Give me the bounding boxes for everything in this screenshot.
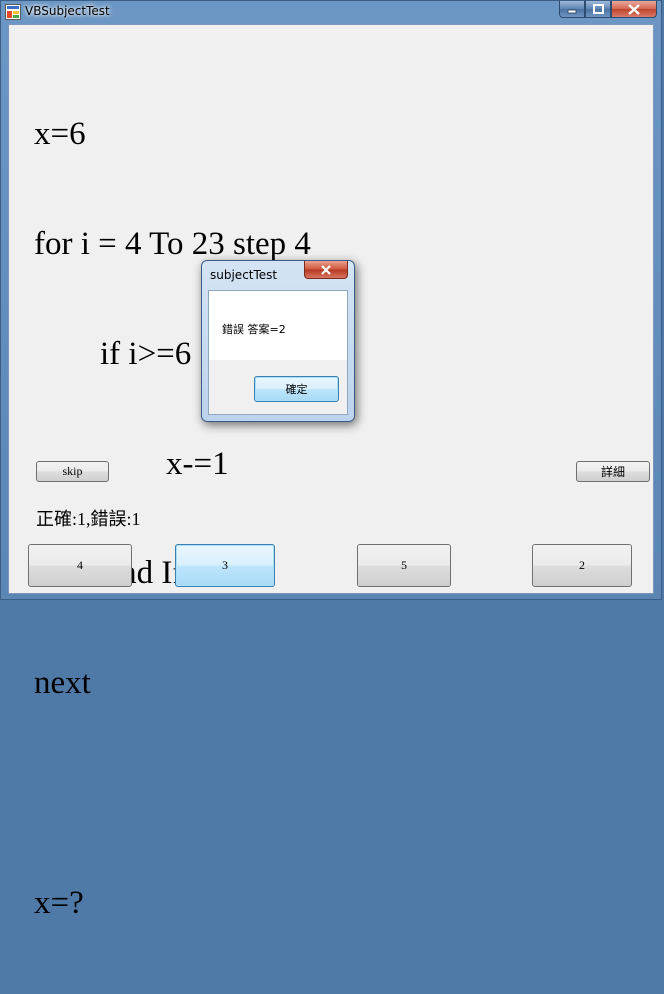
answer-button-2[interactable]: 3 — [175, 544, 275, 587]
dialog-message: 錯誤 答案=2 — [222, 323, 286, 336]
close-icon — [628, 3, 640, 15]
score-label: 正確:1,錯誤:1 — [36, 509, 141, 529]
window-title: VBSubjectTest — [25, 4, 110, 18]
title-bar[interactable]: VBSubjectTest — [1, 1, 661, 23]
code-line: x=6 — [34, 116, 86, 153]
answer-button-4[interactable]: 2 — [532, 544, 632, 587]
code-line: x=? — [34, 884, 84, 921]
minimize-icon — [567, 9, 577, 14]
minimize-button[interactable] — [559, 1, 585, 18]
answer-button-1[interactable]: 4 — [28, 544, 132, 587]
close-icon — [321, 264, 331, 275]
maximize-button[interactable] — [585, 1, 611, 18]
app-icon — [5, 4, 21, 20]
maximize-icon — [592, 4, 604, 14]
message-dialog: subjectTest 錯誤 答案=2 確定 — [201, 260, 355, 422]
code-line: next — [34, 665, 91, 702]
detail-button[interactable]: 詳細 — [576, 461, 650, 482]
dialog-body: 錯誤 答案=2 確定 — [208, 290, 348, 415]
answer-button-3[interactable]: 5 — [357, 544, 451, 587]
skip-button[interactable]: skip — [36, 461, 109, 482]
dialog-title: subjectTest — [210, 268, 278, 282]
dialog-ok-button[interactable]: 確定 — [254, 376, 339, 402]
dialog-close-button[interactable] — [304, 261, 348, 279]
close-button[interactable] — [611, 1, 657, 18]
code-line: for i = 4 To 23 step 4 — [34, 225, 311, 262]
